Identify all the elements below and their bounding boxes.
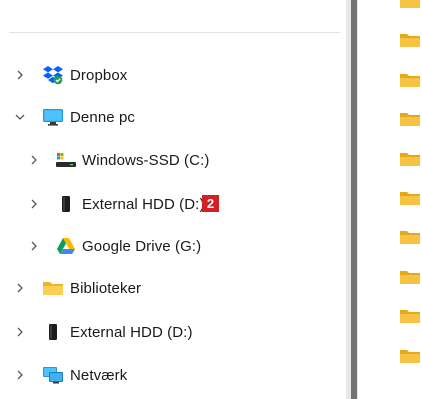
chevron-right-icon[interactable] <box>28 240 40 252</box>
nav-divider <box>9 32 340 33</box>
chevron-right-icon[interactable] <box>28 198 40 210</box>
folder-icon[interactable] <box>400 309 420 324</box>
chevron-right-icon[interactable] <box>14 326 26 338</box>
folder-icon[interactable] <box>400 152 420 166</box>
nav-item-label: Google Drive (G:) <box>82 237 202 255</box>
external-drive-icon <box>55 193 77 215</box>
file-list-pane <box>358 0 422 399</box>
folder-icon[interactable] <box>400 33 420 48</box>
nav-item-label: Dropbox <box>70 66 128 84</box>
nav-item-label: Biblioteker <box>70 279 142 297</box>
folder-icon[interactable] <box>400 112 420 127</box>
nav-item-google-drive[interactable]: Google Drive (G:) <box>0 227 350 265</box>
monitor-icon <box>42 106 64 128</box>
nav-item-dropbox[interactable]: Dropbox <box>0 56 350 94</box>
folder-icon[interactable] <box>400 230 420 245</box>
folder-icon[interactable] <box>400 191 420 205</box>
drive-icon <box>55 149 77 171</box>
chevron-right-icon[interactable] <box>14 282 26 294</box>
nav-item-this-pc[interactable]: Denne pc <box>0 98 350 136</box>
folder-icon <box>42 277 64 299</box>
chevron-right-icon[interactable] <box>14 69 26 81</box>
nav-item-external-hdd[interactable]: External HDD (D:) 2 <box>0 185 350 223</box>
network-icon <box>42 364 64 386</box>
chevron-down-icon[interactable] <box>14 111 26 123</box>
folder-icon[interactable] <box>400 349 420 363</box>
folder-icon[interactable] <box>400 73 420 87</box>
nav-item-windows-ssd[interactable]: Windows-SSD (C:) <box>0 141 350 179</box>
nav-item-label: External HDD (D:) <box>70 323 193 341</box>
navigation-pane: Dropbox Denne pc Windows-SSD (C:) Extern… <box>0 0 350 399</box>
nav-item-libraries[interactable]: Biblioteker <box>0 269 350 307</box>
nav-item-label: Windows-SSD (C:) <box>82 151 210 169</box>
nav-item-label: External HDD (D:) <box>82 195 205 213</box>
nav-item-label: Netværk <box>70 366 128 384</box>
nav-item-network[interactable]: Netværk <box>0 356 350 394</box>
nav-scrollbar-thumb[interactable] <box>351 0 357 399</box>
dropbox-icon <box>42 64 64 86</box>
folder-icon[interactable] <box>400 270 420 284</box>
chevron-right-icon[interactable] <box>28 154 40 166</box>
external-drive-icon <box>42 321 64 343</box>
google-drive-icon <box>55 235 77 257</box>
step-badge: 2 <box>202 195 219 212</box>
nav-item-label: Denne pc <box>70 108 136 126</box>
folder-icon[interactable] <box>400 0 420 8</box>
chevron-right-icon[interactable] <box>14 369 26 381</box>
nav-item-external-hdd[interactable]: External HDD (D:) <box>0 313 350 351</box>
